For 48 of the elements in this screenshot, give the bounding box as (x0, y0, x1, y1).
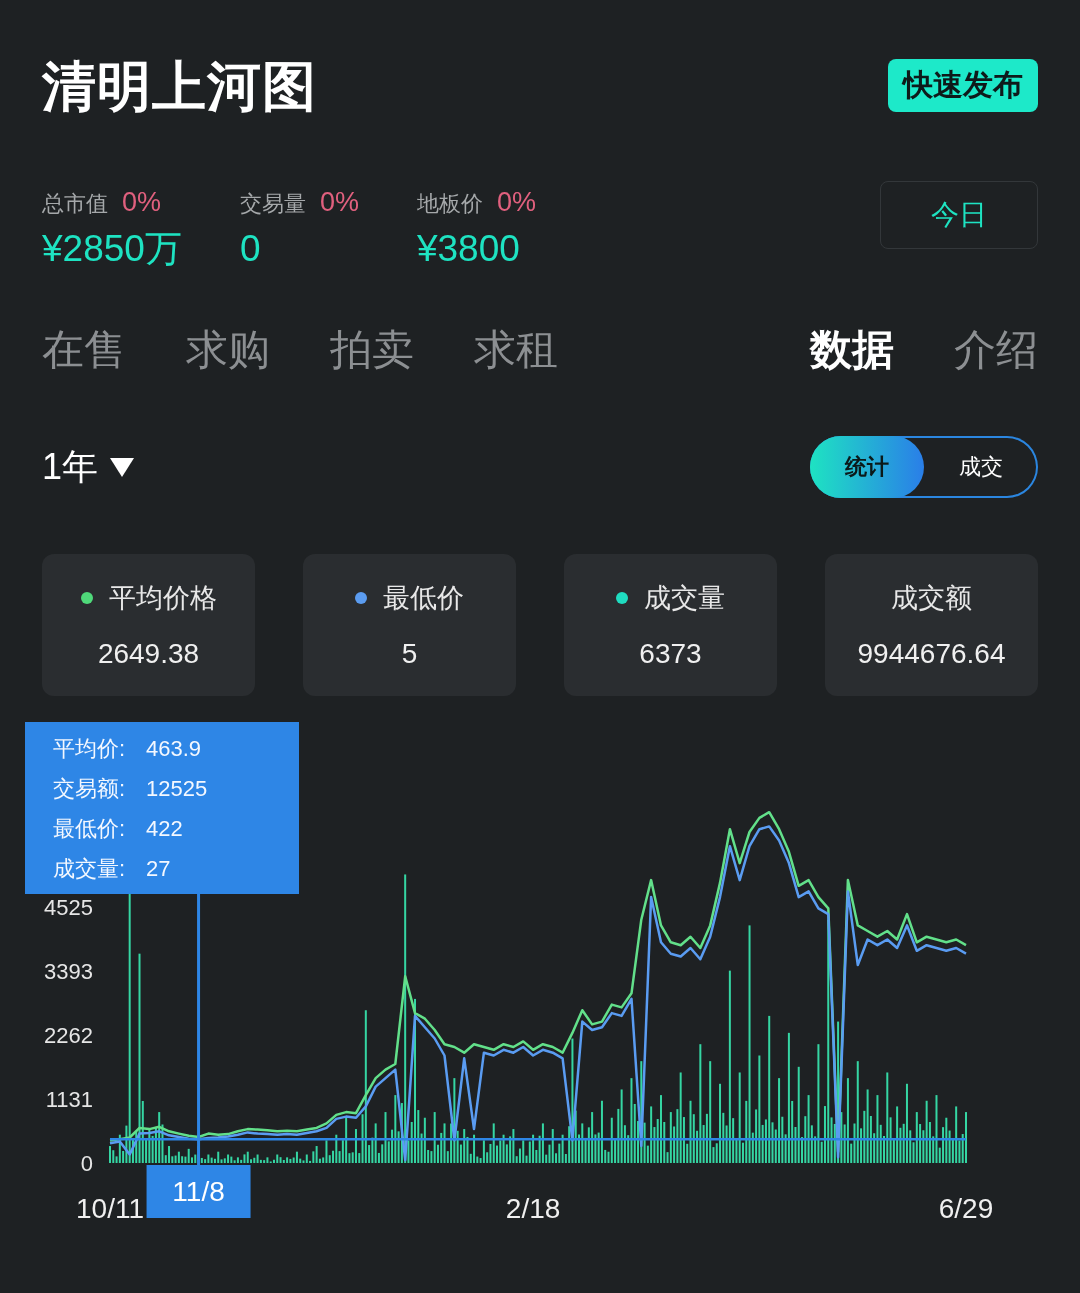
stat-label: 交易量 (239, 190, 306, 218)
tab[interactable]: 在售 (42, 322, 126, 378)
tooltip-value: 463.9 (146, 735, 203, 763)
card-value: 6373 (639, 637, 702, 671)
stat-value: ¥2850万 (42, 227, 182, 271)
tab[interactable]: 数据 (810, 322, 894, 378)
y-axis-label: 3393 (44, 959, 93, 985)
publish-button[interactable]: 快速发布 (888, 59, 1038, 112)
period-dropdown[interactable]: 1年 (42, 445, 135, 489)
tooltip-value: 12525 (146, 775, 209, 803)
card-value: 9944676.64 (857, 637, 1006, 671)
x-axis-label: 10/11 (76, 1193, 144, 1224)
tooltip-label: 平均价: (53, 735, 127, 763)
y-axis-label: 2262 (44, 1023, 93, 1048)
tab[interactable]: 求购 (186, 322, 270, 378)
stat-label: 总市值 (42, 190, 108, 218)
y-axis-label: 4525 (44, 895, 93, 920)
date-range-button[interactable]: 今日 (880, 181, 1038, 249)
card-label: 平均价格 (108, 582, 217, 615)
tooltip-value: 422 (146, 815, 184, 843)
tab[interactable]: 介绍 (954, 322, 1038, 378)
stat-change: 0% (496, 187, 536, 217)
stat-change: 0% (122, 187, 162, 217)
card-value: 2649.38 (97, 637, 200, 671)
stat-label: 地板价 (416, 190, 483, 218)
tab[interactable]: 求租 (474, 322, 558, 378)
tooltip-value: 27 (146, 855, 172, 883)
card-label: 最低价 (383, 582, 464, 615)
stat-value: ¥3800 (416, 227, 521, 271)
crosshair-date-label: 11/8 (146, 1165, 251, 1218)
card-label: 成交额 (891, 582, 972, 615)
toggle-option[interactable]: 成交 (924, 436, 1038, 498)
stat-value: 0 (239, 227, 262, 271)
card-value: 5 (401, 637, 418, 671)
tooltip-label: 交易额: (53, 775, 127, 803)
x-tick-label: 11/8 (172, 1176, 225, 1207)
caret-icon (110, 457, 135, 477)
x-axis-label: 6/29 (938, 1193, 994, 1224)
tooltip-label: 成交量: (53, 855, 127, 883)
tooltip-label: 最低价: (53, 815, 127, 843)
card-label: 成交量 (644, 582, 725, 615)
tab[interactable]: 拍卖 (330, 322, 414, 378)
y-axis-label: 1131 (45, 1087, 93, 1112)
toggle-option[interactable]: 统计 (810, 436, 924, 498)
stat-change: 0% (319, 187, 359, 217)
y-axis-label: 0 (80, 1151, 93, 1176)
page-title: 清明上河图 (42, 58, 317, 113)
x-axis-label: 2/18 (505, 1193, 561, 1224)
